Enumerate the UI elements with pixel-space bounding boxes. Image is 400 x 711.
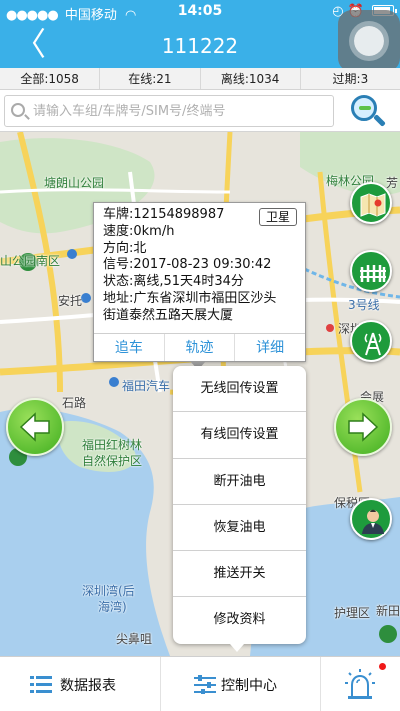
search-box[interactable] xyxy=(4,95,334,127)
stat-online[interactable]: 在线:21 xyxy=(100,68,201,89)
menu-pointer xyxy=(230,644,244,652)
alarm-badge xyxy=(379,663,386,670)
popup-actions: 追车 轨迹 详细 xyxy=(94,333,305,361)
prev-vehicle-button[interactable] xyxy=(6,398,64,456)
tab-data-report[interactable]: 数据报表 xyxy=(0,657,160,711)
person-icon xyxy=(362,509,384,534)
magnifier-handle xyxy=(373,114,386,127)
stat-all[interactable]: 全部:1058 xyxy=(0,68,101,89)
alarm-light-icon xyxy=(345,669,375,699)
assistive-touch-button[interactable] xyxy=(338,10,400,72)
detail-button[interactable]: 详细 xyxy=(235,334,305,361)
stat-offline[interactable]: 离线:1034 xyxy=(201,68,301,89)
poi-icon xyxy=(326,324,334,332)
map-label: 塘朗山公园 xyxy=(44,176,105,190)
map-label: 尖鼻咀 xyxy=(116,632,153,646)
map-layer-button[interactable] xyxy=(350,182,392,224)
status-text: 状态:离线,51天4时34分 xyxy=(103,274,244,290)
arrow-right-icon xyxy=(348,412,379,442)
map-label: 护理区 xyxy=(334,606,371,620)
satellite-tag[interactable]: 卫星 xyxy=(258,208,297,226)
search-input[interactable] xyxy=(33,101,328,121)
tab-control-center[interactable]: 控制中心 xyxy=(160,657,320,711)
address-line2: 街道泰然五路天展大厦 xyxy=(103,307,234,323)
base-station-button[interactable] xyxy=(350,320,392,362)
map-label: 福田汽车 xyxy=(122,379,171,393)
map-icon xyxy=(360,193,386,217)
bottom-tab-bar: 数据报表 控制中心 xyxy=(0,656,400,711)
next-vehicle-button[interactable] xyxy=(334,398,392,456)
search-icon xyxy=(11,103,25,117)
route-shield xyxy=(379,625,397,643)
menu-item-cut-fuel[interactable]: 断开油电 xyxy=(173,459,306,505)
map-label: 深圳湾(后 xyxy=(82,584,135,598)
menu-item-restore-fuel[interactable]: 恢复油电 xyxy=(173,505,306,552)
menu-item-wireless-report[interactable]: 无线回传设置 xyxy=(173,366,306,413)
vehicle-stats: 全部:1058 在线:21 离线:1034 过期:3 xyxy=(0,68,400,90)
map-label: 海湾) xyxy=(98,600,127,614)
signal-text: 信号:2017-08-23 09:30:42 xyxy=(103,257,272,273)
map-label: 芳 xyxy=(386,176,399,190)
map-label: 福田红树林 xyxy=(82,438,143,452)
sliders-icon xyxy=(194,675,216,694)
search-button[interactable] xyxy=(348,93,388,129)
menu-item-wired-report[interactable]: 有线回传设置 xyxy=(173,412,306,459)
track-button[interactable]: 追车 xyxy=(94,334,165,361)
direction-text: 方向:北 xyxy=(103,240,147,256)
poi-icon xyxy=(81,293,91,303)
map-label: 新田 xyxy=(376,604,400,618)
map-label: 石路 xyxy=(62,396,87,410)
map-label: 自然保护区 xyxy=(82,454,143,468)
fence-icon xyxy=(360,265,386,282)
trajectory-button[interactable]: 轨迹 xyxy=(165,334,236,361)
tab-alarm[interactable] xyxy=(320,657,400,711)
arrow-left-icon xyxy=(19,412,50,442)
vehicle-info-popup: 车牌:12154898987 速度:0km/h 方向:北 信号:2017-08-… xyxy=(93,202,306,362)
map-label: 山公园南区 xyxy=(0,254,61,268)
search-row xyxy=(0,90,400,132)
driver-button[interactable] xyxy=(350,498,392,540)
menu-item-push-switch[interactable]: 推送开关 xyxy=(173,551,306,598)
poi-icon xyxy=(67,249,77,259)
address-line1: 地址:广东省深圳市福田区沙头 xyxy=(103,290,277,306)
poi-icon xyxy=(109,377,119,387)
geofence-button[interactable] xyxy=(350,250,392,292)
map-label: 安托 xyxy=(58,294,83,308)
map-label: 3号线 xyxy=(348,298,380,312)
list-icon xyxy=(30,676,52,693)
tab-control-center-label: 控制中心 xyxy=(221,678,277,694)
speed-text: 速度:0km/h xyxy=(103,223,175,239)
stat-expired[interactable]: 过期:3 xyxy=(301,68,400,89)
tower-icon xyxy=(364,332,382,356)
control-menu: 无线回传设置 有线回传设置 断开油电 恢复油电 推送开关 修改资料 xyxy=(173,366,306,644)
menu-item-edit-profile[interactable]: 修改资料 xyxy=(173,597,306,643)
tab-data-report-label: 数据报表 xyxy=(60,678,116,694)
